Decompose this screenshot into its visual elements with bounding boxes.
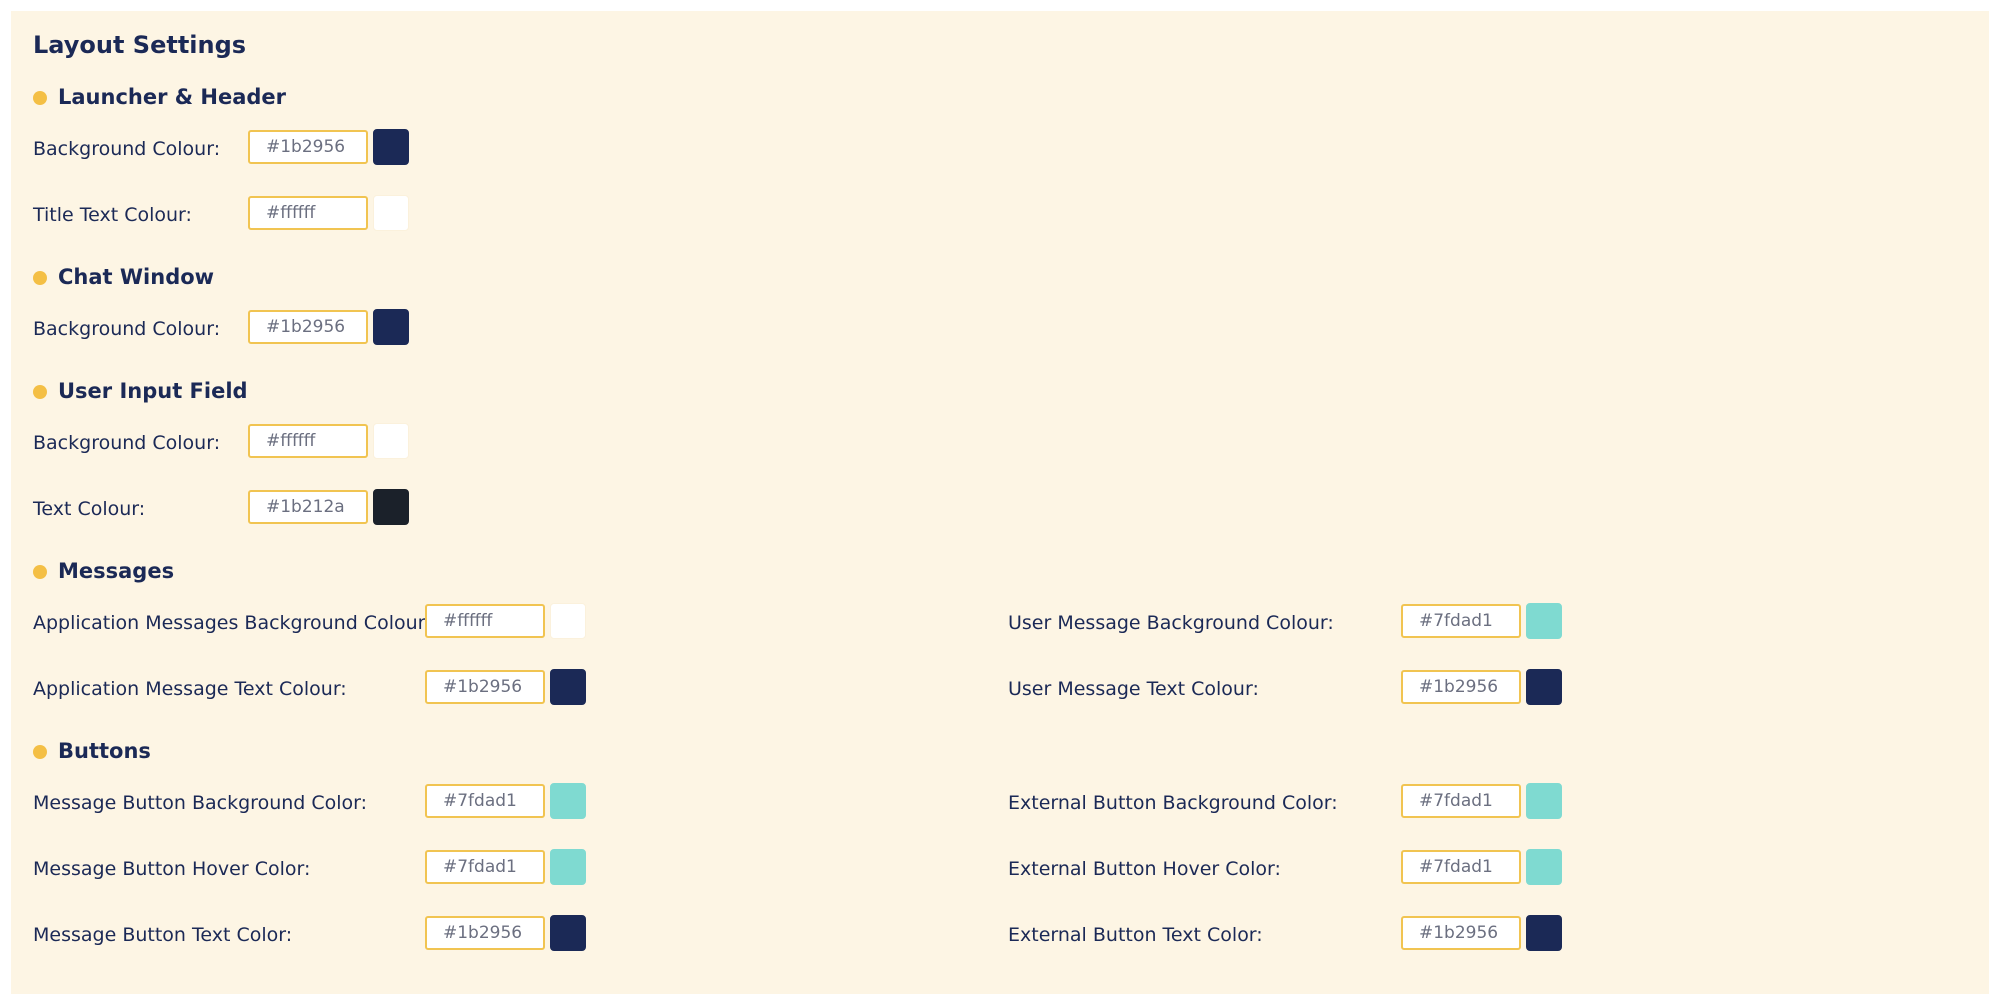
chat-background-colour-input[interactable] bbox=[248, 310, 368, 344]
app-messages-background-colour-swatch[interactable] bbox=[550, 603, 586, 639]
app-message-text-colour-swatch[interactable] bbox=[550, 669, 586, 705]
message-button-text-color-input[interactable] bbox=[425, 916, 545, 950]
bullet-icon bbox=[33, 90, 47, 105]
bullet-icon bbox=[33, 564, 47, 579]
section-title: Launcher & Header bbox=[58, 85, 287, 109]
section-title: User Input Field bbox=[58, 379, 248, 403]
input-text-colour-input[interactable] bbox=[248, 490, 368, 524]
user-message-text-colour-swatch[interactable] bbox=[1526, 669, 1562, 705]
external-button-hover-color-label: External Button Hover Color: bbox=[1008, 858, 1281, 880]
external-button-text-color-label: External Button Text Color: bbox=[1008, 924, 1263, 946]
launcher-title-text-colour-input[interactable] bbox=[248, 196, 368, 230]
input-background-colour-swatch[interactable] bbox=[373, 423, 409, 459]
input-text-colour-label: Text Colour: bbox=[33, 498, 146, 520]
app-messages-background-colour-input[interactable] bbox=[425, 604, 545, 638]
launcher-background-colour-label: Background Colour: bbox=[33, 138, 221, 160]
app-messages-background-colour-label: Application Messages Background Colour: bbox=[33, 612, 432, 634]
page-title: Layout Settings bbox=[33, 31, 247, 59]
bullet-icon bbox=[33, 270, 47, 285]
message-button-text-color-label: Message Button Text Color: bbox=[33, 924, 293, 946]
section-title: Chat Window bbox=[58, 265, 215, 289]
user-message-background-colour-swatch[interactable] bbox=[1526, 603, 1562, 639]
layout-settings-panel: Layout Settings Launcher & Header Backgr… bbox=[11, 11, 1989, 994]
section-launcher-header: Launcher & Header bbox=[33, 87, 286, 108]
app-message-text-colour-label: Application Message Text Colour: bbox=[33, 678, 347, 700]
message-button-background-color-label: Message Button Background Color: bbox=[33, 792, 368, 814]
bullet-icon bbox=[33, 744, 47, 759]
message-button-text-color-swatch[interactable] bbox=[550, 915, 586, 951]
section-chat-window: Chat Window bbox=[33, 267, 214, 288]
external-button-background-color-swatch[interactable] bbox=[1526, 783, 1562, 819]
external-button-text-color-swatch[interactable] bbox=[1526, 915, 1562, 951]
launcher-title-text-colour-label: Title Text Colour: bbox=[33, 204, 192, 226]
external-button-background-color-input[interactable] bbox=[1401, 784, 1521, 818]
launcher-title-text-colour-swatch[interactable] bbox=[373, 195, 409, 231]
input-background-colour-input[interactable] bbox=[248, 424, 368, 458]
bullet-icon bbox=[33, 384, 47, 399]
section-buttons: Buttons bbox=[33, 741, 151, 762]
section-user-input-field: User Input Field bbox=[33, 381, 248, 402]
message-button-background-color-swatch[interactable] bbox=[550, 783, 586, 819]
user-message-text-colour-input[interactable] bbox=[1401, 670, 1521, 704]
external-button-hover-color-swatch[interactable] bbox=[1526, 849, 1562, 885]
section-title: Messages bbox=[58, 559, 175, 583]
chat-background-colour-swatch[interactable] bbox=[373, 309, 409, 345]
app-message-text-colour-input[interactable] bbox=[425, 670, 545, 704]
launcher-background-colour-swatch[interactable] bbox=[373, 129, 409, 165]
input-background-colour-label: Background Colour: bbox=[33, 432, 221, 454]
chat-background-colour-label: Background Colour: bbox=[33, 318, 221, 340]
message-button-background-color-input[interactable] bbox=[425, 784, 545, 818]
external-button-background-color-label: External Button Background Color: bbox=[1008, 792, 1338, 814]
external-button-text-color-input[interactable] bbox=[1401, 916, 1521, 950]
section-messages: Messages bbox=[33, 561, 174, 582]
input-text-colour-swatch[interactable] bbox=[373, 489, 409, 525]
user-message-background-colour-label: User Message Background Colour: bbox=[1008, 612, 1334, 634]
message-button-hover-color-label: Message Button Hover Color: bbox=[33, 858, 311, 880]
launcher-background-colour-input[interactable] bbox=[248, 130, 368, 164]
user-message-background-colour-input[interactable] bbox=[1401, 604, 1521, 638]
section-title: Buttons bbox=[58, 739, 151, 763]
external-button-hover-color-input[interactable] bbox=[1401, 850, 1521, 884]
message-button-hover-color-input[interactable] bbox=[425, 850, 545, 884]
message-button-hover-color-swatch[interactable] bbox=[550, 849, 586, 885]
user-message-text-colour-label: User Message Text Colour: bbox=[1008, 678, 1259, 700]
